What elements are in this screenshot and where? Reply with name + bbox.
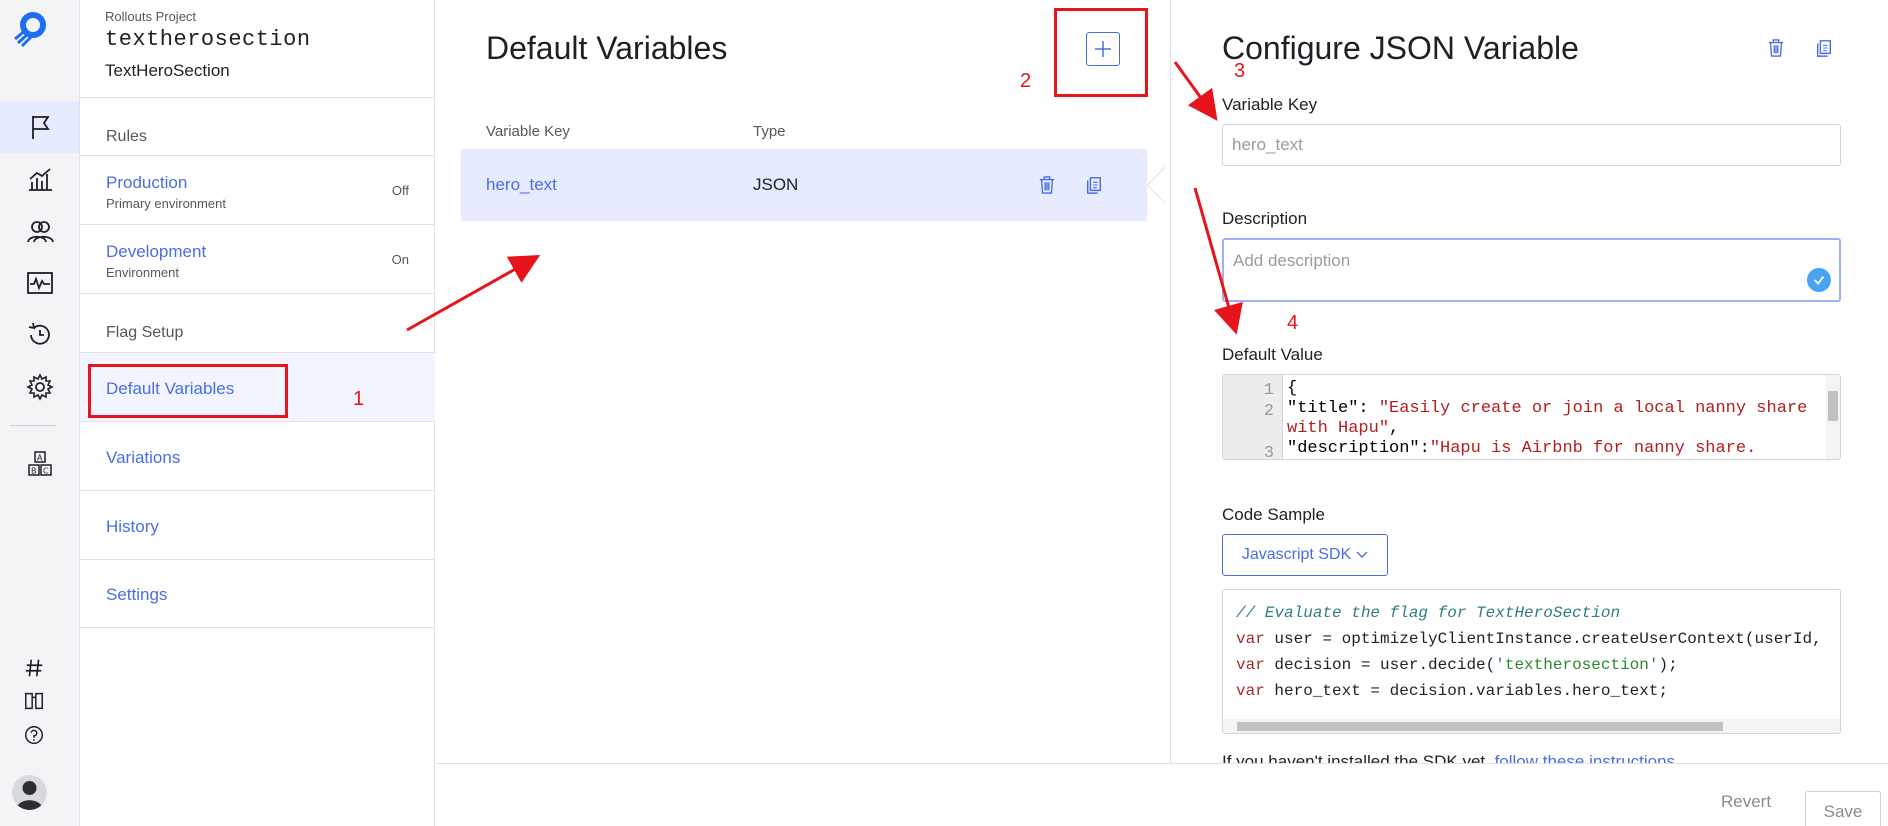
nav-item-label[interactable]: Settings <box>80 585 435 605</box>
column-header-key: Variable Key <box>486 123 570 140</box>
app-rail: ABC <box>0 0 80 826</box>
flag-nav-panel: Rollouts Project textherosection TextHer… <box>80 0 435 826</box>
variable-key-label: Variable Key <box>1222 95 1318 114</box>
env-name[interactable]: Production <box>80 173 435 193</box>
svg-text:B: B <box>31 467 37 476</box>
description-textarea[interactable]: Add description <box>1222 238 1841 302</box>
hash-icon[interactable] <box>22 656 46 680</box>
user-avatar[interactable] <box>12 775 47 810</box>
rules-title: Rules <box>106 128 147 145</box>
abc-tests-nav-icon[interactable]: ABC <box>0 438 79 490</box>
rules-section-header: Rules <box>80 97 435 155</box>
project-label: Rollouts Project <box>105 9 197 24</box>
page-title: Default Variables <box>486 30 728 66</box>
code-line: var hero_text = decision.variables.hero_… <box>1236 682 1669 700</box>
optimizely-logo-icon[interactable] <box>9 9 49 49</box>
footer-bar: Revert Save <box>436 763 1888 826</box>
env-state: On <box>391 252 409 267</box>
description-label: Description <box>1222 209 1308 228</box>
line-number: 2 <box>1263 402 1274 421</box>
nav-item-label[interactable]: Default Variables <box>80 379 435 399</box>
svg-text:C: C <box>43 467 49 476</box>
help-icon[interactable] <box>22 723 46 747</box>
revert-button[interactable]: Revert <box>1721 792 1771 812</box>
copy-icon[interactable] <box>1811 35 1837 61</box>
check-icon <box>1807 268 1831 292</box>
svg-text:A: A <box>37 454 43 463</box>
trash-icon[interactable] <box>1034 172 1060 198</box>
flag-setup-title: Flag Setup <box>106 324 184 341</box>
nav-item-label[interactable]: History <box>80 517 435 537</box>
code-line: var decision = user.decide('textherosect… <box>1236 656 1678 674</box>
install-instructions-link[interactable]: follow these instructions <box>1495 752 1675 763</box>
line-gutter: 1 2 3 <box>1223 375 1283 459</box>
reports-nav-icon[interactable] <box>0 153 79 205</box>
history-nav-icon[interactable] <box>0 309 79 361</box>
rail-divider <box>10 425 56 426</box>
flag-key: textherosection <box>105 27 311 52</box>
variable-key-link[interactable]: hero_text <box>486 175 557 195</box>
default-value-label: Default Value <box>1222 345 1323 364</box>
config-title: Configure JSON Variable <box>1222 30 1579 66</box>
nav-history[interactable]: History <box>80 490 435 559</box>
nav-settings[interactable]: Settings <box>80 559 435 628</box>
code-line: var user = optimizelyClientInstance.crea… <box>1236 630 1822 648</box>
sdk-select-label: Javascript SDK <box>1241 546 1352 563</box>
env-row-development[interactable]: Development Environment On <box>80 224 435 293</box>
docs-book-icon[interactable] <box>22 689 46 713</box>
column-header-type: Type <box>753 123 786 140</box>
code-sample-label: Code Sample <box>1222 505 1326 524</box>
table-row[interactable]: hero_text JSON <box>461 149 1147 221</box>
nav-variations[interactable]: Variations <box>80 421 435 490</box>
nav-item-label[interactable]: Variations <box>80 448 435 468</box>
audiences-nav-icon[interactable] <box>0 205 79 257</box>
variable-type: JSON <box>753 175 799 194</box>
trash-icon[interactable] <box>1763 35 1789 61</box>
code-sample: // Evaluate the flag for TextHeroSection… <box>1222 589 1841 734</box>
env-desc: Primary environment <box>106 196 226 211</box>
settings-nav-icon[interactable] <box>0 361 79 413</box>
flag-name: TextHeroSection <box>105 61 230 80</box>
chevron-down-icon <box>1356 551 1368 558</box>
line-number: 3 <box>1263 444 1274 460</box>
env-row-production[interactable]: Production Primary environment Off <box>80 155 435 224</box>
copy-icon[interactable] <box>1081 172 1107 198</box>
editor-scrollbar[interactable] <box>1826 375 1840 459</box>
install-note: If you haven't installed the SDK yet, fo… <box>1222 752 1675 763</box>
variables-panel: Default Variables Variable Key Type hero… <box>436 0 1170 826</box>
env-name[interactable]: Development <box>80 242 435 262</box>
json-editor[interactable]: 1 2 3 { "title": "Easily create or join … <box>1222 374 1841 460</box>
nav-default-variables[interactable]: Default Variables <box>80 352 435 421</box>
code-line: "title": "Easily create or join a local … <box>1287 399 1808 438</box>
line-number: 1 <box>1263 381 1274 400</box>
save-button[interactable]: Save <box>1805 791 1881 826</box>
code-line: "description":"Hapu is Airbnb for nanny … <box>1287 439 1757 458</box>
configure-variable-panel: Configure JSON Variable Variable Key her… <box>1170 0 1888 763</box>
add-variable-button[interactable] <box>1086 32 1120 66</box>
code-comment: // Evaluate the flag for TextHeroSection <box>1236 604 1621 622</box>
flag-setup-header: Flag Setup <box>80 293 435 352</box>
plus-icon <box>1095 41 1111 57</box>
events-nav-icon[interactable] <box>0 257 79 309</box>
variable-key-input[interactable]: hero_text <box>1222 124 1841 166</box>
sample-scrollbar[interactable] <box>1223 719 1840 733</box>
env-state: Off <box>391 183 409 198</box>
env-desc: Environment <box>106 265 179 280</box>
json-code[interactable]: { "title": "Easily create or join a loca… <box>1287 379 1817 459</box>
flags-nav-icon[interactable] <box>0 101 79 153</box>
description-placeholder: Add description <box>1233 251 1351 270</box>
code-line: { <box>1287 379 1298 398</box>
sdk-select[interactable]: Javascript SDK <box>1222 534 1388 576</box>
